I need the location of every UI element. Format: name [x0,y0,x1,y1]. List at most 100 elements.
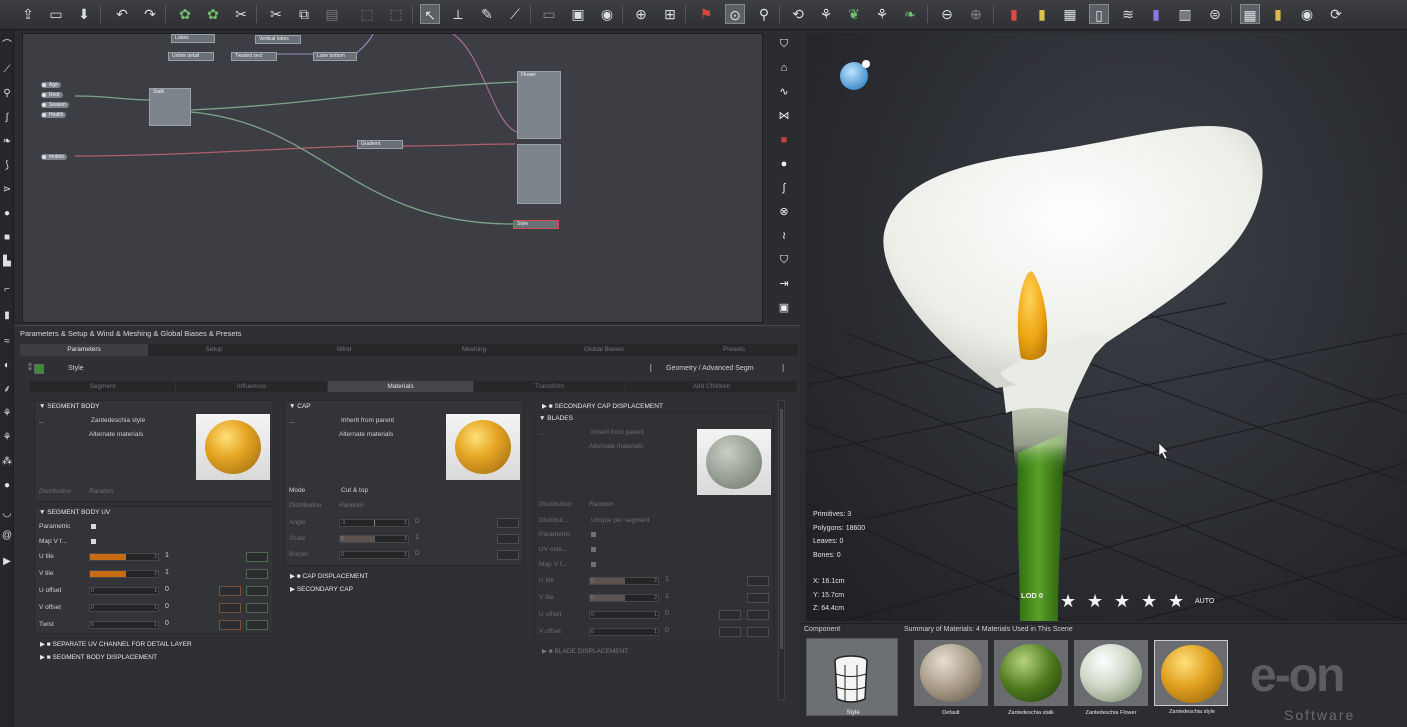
material-icon[interactable]: ⊙ [725,4,745,24]
twig-tool-icon[interactable]: ⸙ [1,384,13,396]
bend-tool-icon[interactable]: ⟆ [1,160,13,172]
plant-variant-icon[interactable]: ✿ [203,4,223,24]
render-area-icon[interactable]: ▣ [568,4,588,24]
blades-u-offset-slider[interactable]: 01 [589,611,659,619]
cap-angle-curve-button[interactable] [497,518,519,528]
stripe-tool-icon[interactable]: ▮ [1,310,13,322]
segment-body-alternate[interactable]: Alternate materials [89,431,143,438]
group-icon[interactable]: ⬚ [357,4,377,24]
cap-distribution-value[interactable]: Random [339,502,364,509]
node-lobe-bottom[interactable]: Lobe bottom [313,52,357,61]
save-icon[interactable]: ▭ [46,4,66,24]
arrow-node-icon[interactable]: ⇥ [777,277,791,291]
material-flower[interactable]: Zantedeschia Flower [1074,640,1148,716]
node-vertical-lobes[interactable]: Vertical lobes [255,35,301,44]
cylinder-white-icon[interactable]: ▯ [1089,4,1109,24]
cap-header[interactable]: ▼ CAP [289,403,311,410]
blades-distrib-value[interactable]: Unique per segment [591,517,650,524]
node-lobes[interactable]: Lobes [171,34,215,43]
plant-icon[interactable]: ✿ [175,4,195,24]
camera-icon[interactable]: ◉ [597,4,617,24]
blades-u-offset-curve-button[interactable] [747,610,769,620]
tab-global-biases[interactable]: Global Biases [540,344,668,356]
curve-node-icon[interactable]: ∫ [777,181,791,195]
u-offset-curve-button[interactable] [246,586,268,596]
share-icon[interactable]: ⋈ [777,109,791,123]
cap-mode-value[interactable]: Cut & top [341,487,368,494]
frond-icon[interactable]: ⚘ [872,4,892,24]
stalk-tool-icon[interactable]: ⚲ [1,88,13,100]
parametric-checkbox[interactable] [91,524,96,529]
segment-body-uv-header[interactable]: ▼ SEGMENT BODY UV [39,509,110,516]
sphere-tool-icon[interactable]: ● [1,208,13,220]
tab-influences[interactable]: Influences [176,381,328,392]
circle-node-icon[interactable]: ● [777,157,791,171]
arc-tool-icon[interactable]: ◡ [1,508,13,520]
blades-v-offset-slider[interactable]: 01 [589,628,659,636]
cap-displacement-section[interactable]: ▶ ■ CAP DISPLACEMENT [290,572,368,580]
lod-star-3[interactable]: ★ [1114,591,1130,611]
rotate-icon[interactable]: ⟲ [788,4,808,24]
cube-tool-icon[interactable]: ■ [1,232,13,244]
add-icon[interactable]: ⊕ [966,4,986,24]
cylinder-red-icon[interactable]: ▮ [1004,4,1024,24]
fold-tool-icon[interactable]: ⌐ [1,284,13,296]
ungroup-icon[interactable]: ⬚ [386,4,406,24]
input-root[interactable]: Root [41,92,63,98]
node-twisted-sect[interactable]: Twisted sect [231,52,277,61]
push-tool-icon[interactable]: ⋗ [1,184,13,196]
growth-tool-icon[interactable]: ⚘ [1,432,13,444]
blades-u-tile-curve-button[interactable] [747,576,769,586]
u-offset-random-button[interactable] [219,586,241,596]
refresh-icon[interactable]: ⟳ [1326,4,1346,24]
v-tile-curve-button[interactable] [246,569,268,579]
spiral-tool-icon[interactable]: @ [1,530,13,542]
node-gradient[interactable]: Gradient [357,140,403,149]
input-health[interactable]: Health [41,112,67,118]
scatter-tool-icon[interactable]: ⁂ [1,456,13,468]
blades-material[interactable]: Inherit from parent [591,429,644,436]
color-node-icon[interactable]: ■ [777,133,791,147]
lod-star-1[interactable]: ★ [1060,591,1076,611]
compass-icon[interactable]: ◉ [1297,4,1317,24]
node-stalk[interactable]: Stalk [149,88,191,126]
blades-v-tile-curve-button[interactable] [747,593,769,603]
blades-parametric-checkbox[interactable] [591,532,596,537]
frame-icon[interactable]: ▭ [539,4,559,24]
cap-alternate[interactable]: Alternate materials [339,431,393,438]
input-age[interactable]: Age [41,82,61,88]
cap-angle-slider[interactable]: -1 1 [339,519,409,527]
secondary-cap-displacement-section[interactable]: ▶ ■ SECONDARY CAP DISPLACEMENT [542,402,663,410]
step-tool-icon[interactable]: ▙ [1,256,13,268]
brush-icon[interactable]: ⟋ [1,64,13,76]
segment-body-dots[interactable]: ... [39,418,44,425]
breadcrumb[interactable]: Geometry / Advanced Segm [666,365,754,372]
spring-icon[interactable]: ≋ [1118,4,1138,24]
segment-body-distribution-value[interactable]: Random [89,488,114,495]
cap-scale-slider[interactable]: 02 [339,535,409,543]
tab-segment[interactable]: Segment [30,381,176,392]
sculpt-tool-icon[interactable]: ◐ [1,360,13,372]
close-node-icon[interactable]: ⊗ [777,205,791,219]
3d-viewport[interactable]: Primitives: 3 Polygons: 18600 Leaves: 0 … [806,33,1407,621]
lod-star-2[interactable]: ★ [1087,591,1103,611]
sprout-tool-icon[interactable]: ⚘ [1,408,13,420]
blades-v-tile-slider[interactable]: 02 [589,594,659,602]
zigzag-node-icon[interactable]: ≀ [777,229,791,243]
blades-header[interactable]: ▼ BLADES [539,415,573,422]
v-offset-random-button[interactable] [219,603,241,613]
play-tool-icon[interactable]: ▶ [1,556,13,568]
segment-body-material[interactable]: Zantedeschia style [91,417,145,424]
twist-curve-button[interactable] [246,620,268,630]
knife-icon[interactable]: ⟋ [505,4,525,24]
map-v-checkbox[interactable] [91,539,96,544]
blades-dots[interactable]: ... [539,430,544,437]
blade-displacement-section[interactable]: ▶ ■ BLADE DISPLACEMENT [542,647,628,655]
cylinder-gray-icon[interactable]: ▦ [1060,4,1080,24]
style-color-swatch[interactable] [34,364,44,374]
segment-body-header[interactable]: ▼ SEGMENT BODY [39,403,100,410]
dot-tool-icon[interactable]: ● [1,480,13,492]
cap-material[interactable]: Inherit from parent [341,417,394,424]
u-offset-slider[interactable]: 01 [89,587,159,595]
select-arrow-icon[interactable]: ↖ [420,4,440,24]
